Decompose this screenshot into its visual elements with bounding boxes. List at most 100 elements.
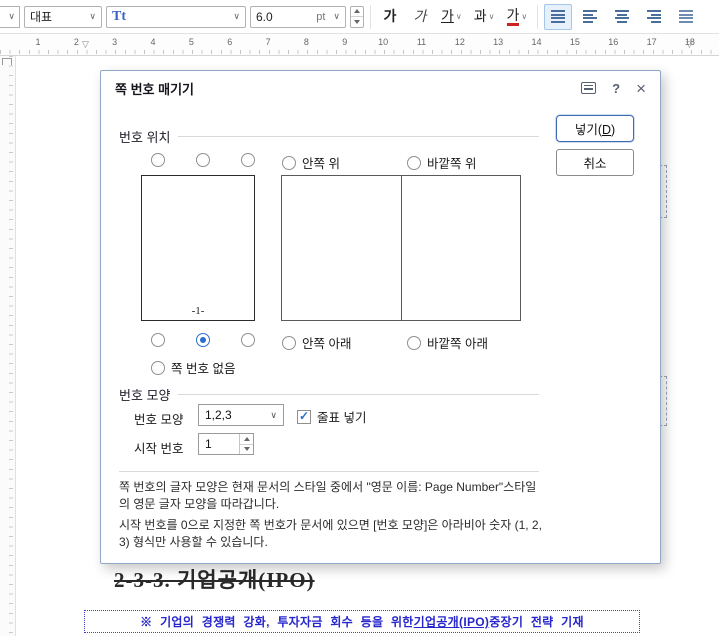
bold-icon: 가 [383,8,397,25]
ruler-number: 6 [227,37,233,47]
radio-outside-top[interactable]: 바깥쪽 위 [407,153,476,172]
spin-down-icon[interactable] [351,17,363,27]
radio-inside-top[interactable]: 안쪽 위 [282,153,340,172]
align-justify-icon [551,10,566,23]
radio-icon [196,153,210,167]
align-justify-button[interactable] [544,3,573,30]
radio-bottom-left[interactable] [151,333,165,347]
radio-label: 안쪽 아래 [302,337,352,351]
document-heading[interactable]: 2-3-3. 기업공개(IPO) [114,564,315,594]
help-icon[interactable]: ? [612,81,620,96]
underline-icon: 가 [441,8,454,25]
align-center-icon [615,10,630,23]
chevron-down-icon: ∨ [333,11,340,21]
insert-button[interactable]: 넣기(D) [556,115,634,142]
ruler-number: 4 [150,37,156,47]
align-distribute-button[interactable] [672,4,700,30]
dialog-description-icon[interactable] [581,82,597,94]
radio-outside-bottom[interactable]: 바깥쪽 아래 [407,333,488,352]
spin-up-icon[interactable] [351,7,363,17]
note-text: ※ 기업의 경쟁력 강화, 투자자금 회수 등을 위한 [140,615,414,629]
radio-icon [241,333,255,347]
facing-pages-preview [281,175,521,321]
shape-label: 번호 모양 [134,413,184,427]
ruler-number: 13 [493,37,504,47]
font-combo[interactable]: Tt ∨ [106,5,246,28]
chevron-down-icon[interactable]: ∨ [521,12,527,21]
description-text-1: 쪽 번호의 글자 모양은 현재 문서의 스타일 중에서 "영문 이름: Page… [119,480,537,512]
align-center-button[interactable] [608,4,636,30]
ruler-number: 9 [342,37,348,47]
dash-checkbox[interactable]: ✓ 줄표 넣기 [297,407,366,426]
ruler-number: 10 [378,37,389,47]
chevron-down-icon: ∨ [8,11,15,21]
radio-bottom-right[interactable] [241,333,255,347]
divider [119,471,539,472]
leftmost-combo-partial[interactable]: ∨ [0,5,20,28]
dialog-titlebar[interactable]: 쪽 번호 매기기 ? × [101,71,660,105]
close-icon[interactable]: × [636,80,646,97]
spin-up-icon[interactable] [240,434,253,445]
toolbar-separator [370,4,371,29]
font-type-icon: Tt [112,8,126,24]
style-combo-value: 대표 [30,10,53,24]
indent-marker-icon[interactable]: ▽ [82,40,89,49]
description-text-2: 시작 번호를 0으로 지정한 쪽 번호가 문서에 있으면 [번호 모양]은 아라… [119,518,542,550]
underline-button[interactable]: 가 ∨ [437,4,466,30]
note-text: 중장기 전략 기재 [489,615,584,629]
right-margin-marker-icon[interactable]: ▽ [686,40,693,49]
radio-icon [282,335,296,350]
ruler-number: 2 [73,37,79,47]
font-size-combo[interactable]: 6.0 pt ∨ [250,5,346,28]
radio-label: 쪽 번호 없음 [171,362,236,376]
check-icon: ✓ [298,408,310,423]
chevron-down-icon: ∨ [233,11,240,21]
radio-no-page-number[interactable]: 쪽 번호 없음 [151,358,235,377]
radio-icon [407,335,421,350]
dash-checkbox-label: 줄표 넣기 [317,411,367,425]
bold-button[interactable]: 가 [377,4,403,30]
radio-icon [407,155,421,170]
ruler-number: 7 [265,37,271,47]
chevron-down-icon[interactable]: ∨ [489,12,495,21]
font-size-stepper[interactable] [350,5,364,28]
start-number-value: 1 [205,437,212,451]
radio-icon [282,155,296,170]
start-number-stepper[interactable] [239,434,253,454]
chevron-down-icon[interactable]: ∨ [456,12,462,21]
font-color-button[interactable]: 가 ∨ [503,4,532,30]
document-note[interactable]: ※ 기업의 경쟁력 강화, 투자자금 회수 등을 위한 기업공개(IPO) 중장… [84,610,640,633]
cancel-button[interactable]: 취소 [556,149,634,176]
top-margin-marker-icon[interactable] [2,58,12,65]
ruler-number: 5 [188,37,194,47]
dialog-title: 쪽 번호 매기기 [115,81,194,97]
radio-top-center[interactable] [196,153,210,167]
ruler-number: 15 [569,37,580,47]
radio-top-left[interactable] [151,153,165,167]
align-right-button[interactable] [640,4,668,30]
spin-down-icon[interactable] [240,445,253,455]
vertical-ruler[interactable] [0,56,16,636]
align-right-icon [647,10,662,23]
radio-top-right[interactable] [241,153,255,167]
italic-icon: 가 [413,8,427,25]
ruler-number: 14 [531,37,542,47]
ruler-number: 8 [303,37,309,47]
char-effect-button[interactable]: 과 ∨ [470,4,499,30]
hwp-window: ∨ 대표 ∨ Tt ∨ 6.0 pt ∨ 가 가 가 ∨ 과 ∨ 가 ∨ 1 2… [0,0,719,636]
radio-bottom-center[interactable] [196,333,210,347]
note-link[interactable]: 기업공개(IPO) [414,613,490,630]
italic-button[interactable]: 가 [407,4,433,30]
radio-icon [151,360,165,375]
font-size-unit: pt [316,10,326,23]
toolbar-separator [537,4,539,29]
single-page-preview: -1- [141,175,255,321]
start-number-input[interactable]: 1 [198,433,254,455]
style-combo[interactable]: 대표 ∨ [24,5,102,28]
align-left-button[interactable] [576,4,604,30]
radio-icon [196,333,210,347]
number-shape-dropdown[interactable]: 1,2,3 ∨ [198,404,284,426]
horizontal-ruler[interactable]: 1 2 3 4 5 6 7 8 9 10 11 12 13 14 15 16 17 18 ▽ ▽ [0,34,719,56]
radio-inside-bottom[interactable]: 안쪽 아래 [282,333,351,352]
start-number-label: 시작 번호 [134,442,184,456]
